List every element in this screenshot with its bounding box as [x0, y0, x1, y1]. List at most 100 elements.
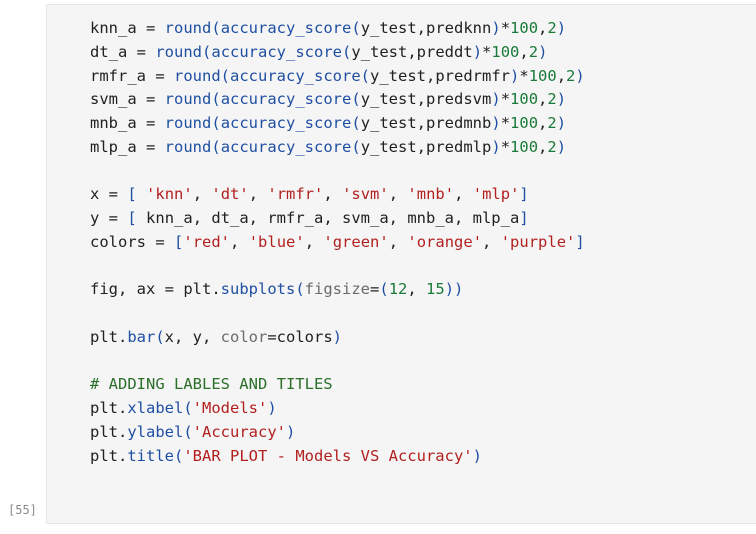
- code-token: plt.: [90, 422, 128, 441]
- code-token: # ADDING LABLES AND TITLES: [90, 375, 333, 394]
- code-token: ,: [482, 232, 501, 251]
- code-token: ): [472, 446, 482, 465]
- code-token: (: [155, 327, 165, 346]
- code-token: ): [491, 114, 501, 132]
- code-token: 100: [491, 42, 520, 61]
- code-token: 'green': [323, 232, 389, 251]
- code-token: =colors: [267, 327, 333, 346]
- code-line: # ADDING LABLES AND TITLES: [90, 373, 585, 397]
- code-token: accuracy_score: [220, 114, 352, 132]
- code-token: =: [370, 280, 380, 299]
- code-token: accuracy_score: [220, 90, 352, 109]
- code-token: ): [556, 90, 567, 109]
- code-token: ,: [407, 280, 427, 299]
- code-token: =: [146, 137, 156, 156]
- code-token: 100: [510, 19, 539, 37]
- code-token: 2: [528, 42, 539, 61]
- code-token: bar: [127, 327, 156, 346]
- code-line: x = [ 'knn', 'dt', 'rmfr', 'svm', 'mnb',…: [90, 183, 585, 207]
- code-token: mlp_a: [90, 137, 146, 156]
- code-token: accuracy_score: [211, 42, 343, 61]
- code-token: accuracy_score: [230, 66, 361, 85]
- code-token: color: [220, 327, 268, 346]
- code-token: ): [556, 114, 567, 132]
- code-token: plt.: [90, 399, 128, 417]
- code-token: ]: [519, 185, 529, 204]
- code-token: 100: [510, 114, 539, 132]
- code-token: 'mnb': [407, 185, 455, 204]
- code-cell[interactable]: [55] knn_a = round(accuracy_score(y_test…: [0, 0, 756, 534]
- code-token: =: [155, 66, 165, 85]
- code-token: =: [146, 90, 156, 109]
- code-token: subplots: [220, 280, 296, 299]
- code-token: ): [472, 42, 483, 61]
- code-token: xlabel: [127, 399, 184, 417]
- code-token: (: [360, 66, 371, 85]
- code-token: (: [211, 137, 221, 156]
- code-token: ,: [192, 185, 212, 204]
- code-token: plt.: [174, 280, 221, 299]
- code-token: mnb_a: [90, 114, 146, 132]
- code-token: round: [155, 90, 212, 109]
- code-token: =: [146, 114, 156, 132]
- code-token: (: [351, 114, 361, 132]
- code-token: *: [500, 90, 511, 109]
- code-line: colors = ['red', 'blue', 'green', 'orang…: [90, 231, 585, 255]
- code-token: ): [510, 66, 520, 85]
- code-token: 2: [547, 19, 557, 37]
- code-token: ylabel: [127, 422, 184, 441]
- code-token: accuracy_score: [220, 137, 352, 156]
- code-token: 12: [388, 280, 408, 299]
- code-token: round: [155, 19, 212, 37]
- code-token: ): [267, 399, 277, 417]
- code-token: ,: [556, 66, 567, 85]
- code-token: y_test,predmlp: [360, 137, 492, 156]
- code-line: mlp_a = round(accuracy_score(y_test,pred…: [90, 136, 585, 160]
- execution-count-label: [55]: [8, 503, 37, 517]
- code-token: *: [500, 114, 511, 132]
- code-token: ,: [538, 114, 548, 132]
- code-token: x: [90, 185, 109, 204]
- code-token: figsize: [304, 280, 370, 299]
- code-token: (: [351, 90, 361, 109]
- code-token: =: [164, 280, 174, 299]
- code-token: ,: [538, 137, 548, 156]
- code-token: ]: [519, 209, 529, 227]
- code-token: (: [211, 90, 221, 109]
- code-token: *: [500, 137, 511, 156]
- code-editor[interactable]: knn_a = round(accuracy_score(y_test,pred…: [46, 4, 756, 524]
- code-token: (: [342, 42, 352, 61]
- code-token: =: [136, 42, 147, 61]
- code-line: fig, ax = plt.subplots(figsize=(12, 15)): [90, 278, 585, 302]
- code-token: svm_a: [90, 90, 146, 109]
- code-token: 'Models': [192, 399, 268, 417]
- code-token: round: [164, 66, 221, 85]
- code-token: ,: [388, 185, 408, 204]
- code-token: knn_a, dt_a, rmfr_a, svm_a, mnb_a, mlp_a: [136, 209, 520, 227]
- code-token: (: [220, 66, 231, 85]
- code-token: 'knn': [146, 185, 193, 204]
- code-token: ,: [230, 232, 249, 251]
- code-line: plt.xlabel('Models'): [90, 397, 585, 421]
- code-token: title: [127, 446, 174, 465]
- code-line: svm_a = round(accuracy_score(y_test,pred…: [90, 88, 585, 112]
- code-token: 2: [547, 114, 557, 132]
- code-token: (: [183, 399, 193, 417]
- code-token: ): [538, 42, 548, 61]
- code-token: round: [146, 42, 203, 61]
- code-token: 100: [510, 90, 539, 109]
- code-token: ,: [304, 232, 324, 251]
- code-line: plt.title('BAR PLOT - Models VS Accuracy…: [90, 445, 585, 469]
- code-token: colors: [90, 232, 156, 251]
- code-token: =: [108, 185, 119, 204]
- code-token: 'Accuracy': [192, 422, 286, 441]
- code-token: ]: [575, 232, 585, 251]
- code-line: rmfr_a = round(accuracy_score(y_test,pre…: [90, 65, 585, 89]
- code-text[interactable]: knn_a = round(accuracy_score(y_test,pred…: [90, 17, 585, 468]
